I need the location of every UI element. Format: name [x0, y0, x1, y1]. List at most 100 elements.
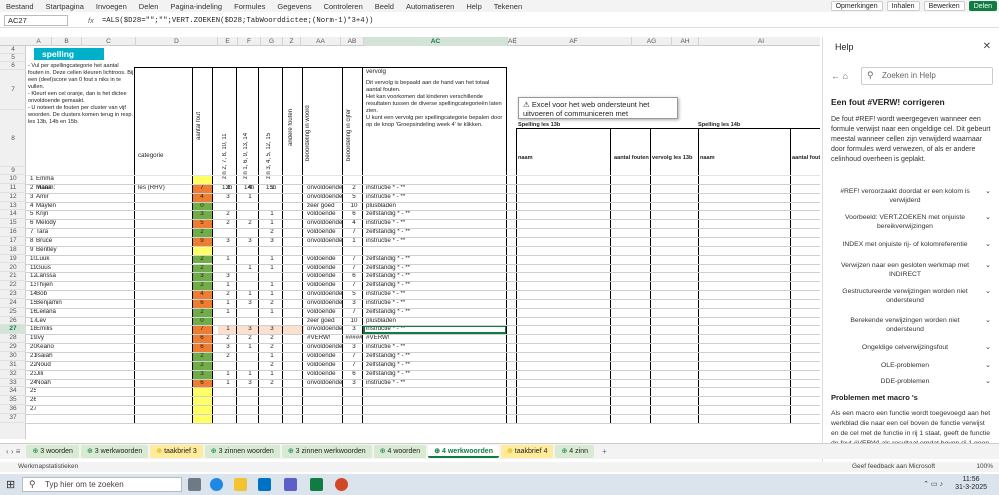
column-header-f[interactable]: F: [238, 37, 261, 46]
row-header-13[interactable]: 13: [0, 202, 26, 211]
student-ac-cell[interactable]: zelfstandig * - **: [364, 272, 504, 281]
student-g-cell[interactable]: [262, 317, 282, 326]
column-header-a[interactable]: A: [26, 37, 52, 46]
student-g-cell[interactable]: [262, 387, 282, 396]
outlook-icon[interactable]: [258, 478, 271, 491]
student-d-cell[interactable]: 6: [192, 343, 212, 352]
student-d-cell[interactable]: 3: [192, 210, 212, 220]
student-d-cell[interactable]: 2: [192, 254, 212, 264]
student-f-cell[interactable]: [240, 352, 260, 361]
student-ab-cell[interactable]: 3: [344, 343, 364, 352]
student-e-cell[interactable]: 2: [218, 184, 238, 193]
selected-cell-ac27[interactable]: [363, 325, 507, 335]
row-header-27[interactable]: 27: [0, 325, 26, 335]
student-ac-cell[interactable]: [364, 387, 504, 396]
student-d-cell[interactable]: [192, 175, 212, 184]
student-ac-cell[interactable]: instructie * - **: [364, 379, 504, 388]
empty-score-cell[interactable]: [192, 413, 212, 423]
student-g-cell[interactable]: 1: [262, 290, 282, 299]
help-topic-item[interactable]: DDE-problemen ⌄: [831, 377, 991, 386]
student-e-cell[interactable]: 2: [218, 352, 238, 361]
student-d-cell[interactable]: 0: [192, 201, 212, 211]
student-ab-cell[interactable]: [344, 246, 364, 255]
student-f-cell[interactable]: 2: [240, 334, 260, 343]
student-f-cell[interactable]: [240, 202, 260, 211]
row-header-29[interactable]: 29: [0, 343, 26, 352]
student-f-cell[interactable]: 2: [240, 219, 260, 228]
student-f-cell[interactable]: [240, 255, 260, 264]
student-d-cell[interactable]: 9: [192, 236, 212, 246]
sheet-tab[interactable]: ⊕ taakbrief 3: [150, 445, 203, 458]
taskbar-clock[interactable]: 11:56 31-3-2025: [955, 476, 987, 492]
row-header-22[interactable]: 22: [0, 281, 26, 291]
student-g-cell[interactable]: [262, 272, 282, 281]
system-tray[interactable]: ⌃ ▭ ♪: [923, 480, 943, 488]
student-ac-cell[interactable]: plusbladen: [364, 317, 504, 326]
column-header-e[interactable]: E: [218, 37, 238, 46]
student-g-cell[interactable]: 1: [262, 352, 282, 361]
menu-startpagina[interactable]: Startpagina: [40, 2, 90, 11]
student-aa-cell[interactable]: onvoldoende: [305, 325, 345, 334]
student-name-cell[interactable]: Emma: [34, 175, 114, 184]
student-aa-cell[interactable]: zeer goed: [305, 202, 345, 211]
column-header-g[interactable]: G: [261, 37, 283, 46]
student-aa-cell[interactable]: voldoende: [305, 370, 345, 379]
student-ab-cell[interactable]: 7: [344, 361, 364, 370]
student-name-cell[interactable]: Maria: [34, 184, 114, 193]
student-g-cell[interactable]: 1: [262, 184, 282, 193]
student-d-cell[interactable]: 6: [192, 298, 212, 308]
help-topic-item[interactable]: Verwijzen naar een gesloten werkmap met …: [831, 261, 991, 279]
student-name-cell[interactable]: Leilana: [34, 308, 114, 317]
column-header-z[interactable]: Z: [283, 37, 301, 46]
student-aa-cell[interactable]: onvoldoende: [305, 184, 345, 193]
sheet-tab[interactable]: ⊕ 3 werkwoorden: [80, 445, 149, 458]
student-aa-cell[interactable]: onvoldoende: [305, 193, 345, 202]
student-e-cell[interactable]: 1: [218, 308, 238, 317]
student-e-cell[interactable]: 1: [218, 325, 238, 334]
student-f-cell[interactable]: [240, 361, 260, 370]
row-header-6[interactable]: 6: [0, 62, 26, 70]
row-header-24[interactable]: 24: [0, 299, 26, 308]
menu-bestand[interactable]: Bestand: [0, 2, 40, 11]
student-name-cell[interactable]: [34, 387, 114, 396]
student-f-cell[interactable]: 1: [240, 264, 260, 273]
student-f-cell[interactable]: 1: [240, 290, 260, 299]
student-e-cell[interactable]: 1: [218, 379, 238, 388]
student-d-cell[interactable]: 4: [192, 192, 212, 202]
student-g-cell[interactable]: [262, 396, 282, 405]
student-ac-cell[interactable]: [364, 405, 504, 414]
student-d-cell[interactable]: 0: [192, 316, 212, 326]
student-d-cell[interactable]: [192, 387, 212, 397]
help-topic-item[interactable]: Ongeldige celverwijzingsfout ⌄: [831, 343, 991, 352]
help-topic-item[interactable]: INDEX met onjuiste rij- of kolomreferent…: [831, 240, 991, 249]
student-g-cell[interactable]: 1: [262, 219, 282, 228]
student-aa-cell[interactable]: #VERW!: [305, 334, 345, 343]
student-ab-cell[interactable]: 1: [344, 237, 364, 246]
student-ac-cell[interactable]: #VERW!: [364, 334, 504, 343]
student-ab-cell[interactable]: 7: [344, 264, 364, 273]
student-ab-cell[interactable]: 3: [344, 379, 364, 388]
row-header-14[interactable]: 14: [0, 210, 26, 220]
row-header-10[interactable]: 10: [0, 175, 26, 184]
feedback-link[interactable]: Geef feedback aan Microsoft: [852, 463, 935, 470]
tab-scroll-icons[interactable]: ‹ › ≡: [0, 447, 26, 456]
column-header-ai[interactable]: AI: [699, 37, 820, 46]
teams-icon[interactable]: [284, 478, 297, 491]
student-aa-cell[interactable]: voldoende: [305, 255, 345, 264]
menu-invoegen[interactable]: Invoegen: [90, 2, 133, 11]
cell-area[interactable]: spelling - Vul per spellingcategorie het…: [26, 46, 820, 439]
windows-start-icon[interactable]: ⊞: [6, 478, 15, 491]
student-ac-cell[interactable]: instructie * - **: [364, 343, 504, 352]
student-f-cell[interactable]: 3: [240, 379, 260, 388]
row-header-20[interactable]: 20: [0, 264, 26, 273]
student-f-cell[interactable]: 1: [240, 343, 260, 352]
student-e-cell[interactable]: 2: [218, 290, 238, 299]
student-f-cell[interactable]: [240, 246, 260, 255]
student-d-cell[interactable]: 3: [192, 369, 212, 379]
student-ac-cell[interactable]: zelfstandig * - **: [364, 361, 504, 370]
row-header-33[interactable]: 33: [0, 379, 26, 388]
student-g-cell[interactable]: 2: [262, 299, 282, 308]
student-name-cell[interactable]: Jili: [34, 370, 114, 379]
student-name-cell[interactable]: Lev: [34, 317, 114, 326]
student-f-cell[interactable]: [240, 308, 260, 317]
